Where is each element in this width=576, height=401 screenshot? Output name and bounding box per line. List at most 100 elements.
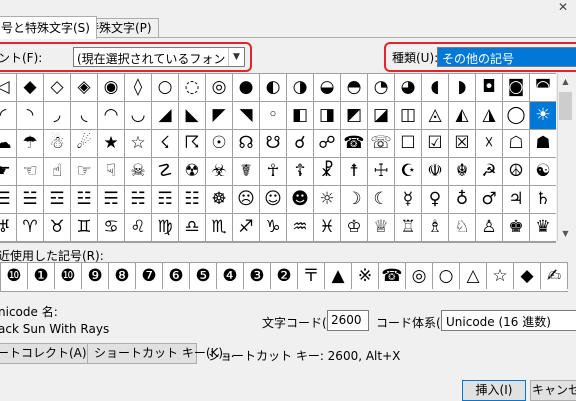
cancel-button[interactable]: キャンセル [530,380,576,401]
symbol-cell[interactable]: ◥ [233,102,260,130]
symbol-cell[interactable]: ☟ [98,158,125,186]
character-code-input[interactable]: 2600 [327,310,369,331]
symbol-cell[interactable]: ◜ [0,102,17,130]
symbol-cell[interactable]: ☽ [341,186,368,214]
recent-symbol-cell[interactable]: ❼ [136,263,163,289]
symbol-cell[interactable]: ◎ [206,74,233,102]
symbol-cell[interactable]: ○ [152,74,179,102]
symbol-cell[interactable]: ◫ [395,102,422,130]
font-select[interactable]: (現在選択されているフォント) ▼ [73,47,245,67]
symbol-cell[interactable]: ◉ [98,74,125,102]
recent-symbol-cell[interactable]: ❹ [217,263,244,289]
symbol-cell[interactable]: ♈ [17,214,44,242]
symbol-cell[interactable]: ◯ [503,102,530,130]
recent-symbol-cell[interactable]: ○ [433,263,460,289]
symbol-cell[interactable]: ◦ [260,102,287,130]
symbol-cell[interactable]: ☁ [0,130,17,158]
symbol-cell[interactable]: ◆ [17,74,44,102]
symbol-cell[interactable]: ☫ [422,158,449,186]
symbol-cell[interactable]: ☝ [44,158,71,186]
recent-symbol-cell[interactable]: ☎ [379,263,406,289]
autocorrect-button[interactable]: ートコレクト(A)... [0,343,98,364]
symbol-cell[interactable]: ◁ [0,74,17,102]
symbol-cell[interactable]: ♍ [152,214,179,242]
symbol-cell[interactable]: ★ [98,130,125,158]
symbol-cell[interactable]: ☌ [287,130,314,158]
symbol-cell[interactable]: ☄ [71,130,98,158]
symbol-cell[interactable]: ☐ [395,130,422,158]
recent-symbol-cell[interactable]: ❷ [271,263,298,289]
symbol-cell[interactable]: ☒ [449,130,476,158]
symbol-cell[interactable]: ☊ [233,130,260,158]
recent-symbol-cell[interactable]: ❿ [1,263,28,289]
symbol-cell[interactable]: ☼ [314,186,341,214]
symbol-cell[interactable]: ☭ [476,158,503,186]
symbol-cell[interactable]: ☆ [125,130,152,158]
symbol-cell[interactable]: ☜ [17,158,44,186]
symbol-cell[interactable]: ☱ [17,186,44,214]
symbol-cell[interactable]: ☴ [98,186,125,214]
symbol-cell[interactable]: ◘ [476,74,503,102]
symbol-cell[interactable]: ◨ [314,102,341,130]
symbol-cell[interactable]: ☾ [368,186,395,214]
symbol-cell[interactable]: ♛ [530,214,556,242]
symbol-cell[interactable]: ♓ [314,214,341,242]
recent-symbol-cell[interactable]: ❽ [109,263,136,289]
symbol-cell[interactable]: ☎ [341,130,368,158]
recent-symbol-cell[interactable]: ❿ [55,263,82,289]
symbol-cell[interactable]: ☿ [395,186,422,214]
symbol-cell[interactable]: ♙ [476,214,503,242]
symbol-cell[interactable]: ☏ [368,130,395,158]
symbol-cell[interactable]: ☶ [152,186,179,214]
symbol-cell[interactable]: ♗ [422,214,449,242]
symbol-cell[interactable]: ☃ [44,130,71,158]
symbol-cell[interactable]: ☛ [0,158,17,186]
symbol-cell[interactable]: ◒ [314,74,341,102]
recent-symbol-cell[interactable]: ☆ [487,263,514,289]
symbol-cell[interactable]: ♏ [206,214,233,242]
recent-symbol-cell[interactable]: ❶ [28,263,55,289]
symbol-cell[interactable]: ◪ [368,102,395,130]
recent-symbol-cell[interactable]: △ [460,263,487,289]
symbol-cell[interactable]: ◐ [260,74,287,102]
symbol-cell[interactable]: ◓ [341,74,368,102]
symbol-cell[interactable]: ● [233,74,260,102]
symbol-cell[interactable]: ♑ [260,214,287,242]
symbol-cell[interactable]: ☑ [422,130,449,158]
symbol-cell[interactable]: ◞ [44,102,71,130]
symbol-cell[interactable]: ◝ [17,102,44,130]
symbol-cell[interactable]: ☤ [233,158,260,186]
symbol-cell[interactable]: ◕ [395,74,422,102]
symbol-cell[interactable]: ☲ [44,186,71,214]
symbol-cell[interactable]: ☞ [71,158,98,186]
symbol-cell[interactable]: ◗ [449,74,476,102]
shortcut-key-button[interactable]: ショートカット キー(K)... [87,343,235,364]
symbol-cell[interactable]: ☳ [71,186,98,214]
symbol-cell[interactable]: ◊ [125,74,152,102]
symbol-cell[interactable]: ☂ [17,130,44,158]
symbol-cell[interactable]: ♊ [71,214,98,242]
recent-symbol-cell[interactable]: ✍ [541,263,568,289]
recent-symbol-cell[interactable]: ▲ [325,263,352,289]
symbol-cell[interactable]: ◟ [71,102,98,130]
symbol-cell[interactable]: ♁ [449,186,476,214]
symbol-cell[interactable]: ♉ [44,214,71,242]
symbol-cell[interactable]: ☻ [287,186,314,214]
symbol-cell[interactable]: ♕ [368,214,395,242]
symbol-cell[interactable]: ☮ [503,158,530,186]
symbol-cell[interactable]: ◑ [287,74,314,102]
symbol-cell[interactable]: ☨ [341,158,368,186]
symbol-cell[interactable]: ♄ [530,186,556,214]
symbol-cell[interactable]: ♚ [503,214,530,242]
recent-symbol-cell[interactable]: ◎ [406,263,433,289]
symbol-cell[interactable]: ☩ [368,158,395,186]
symbol-cell[interactable]: ♂ [476,186,503,214]
recent-symbol-cell[interactable]: ❸ [244,263,271,289]
symbol-cell[interactable]: ◬ [422,102,449,130]
symbol-cell[interactable]: ◖ [422,74,449,102]
scrollbar-thumb[interactable] [559,92,572,120]
symbol-cell[interactable]: ☰ [0,186,17,214]
recent-symbol-cell[interactable]: 〒 [298,263,325,289]
symbol-cell[interactable]: ◚ [530,74,556,102]
symbol-cell[interactable]: ◈ [71,74,98,102]
